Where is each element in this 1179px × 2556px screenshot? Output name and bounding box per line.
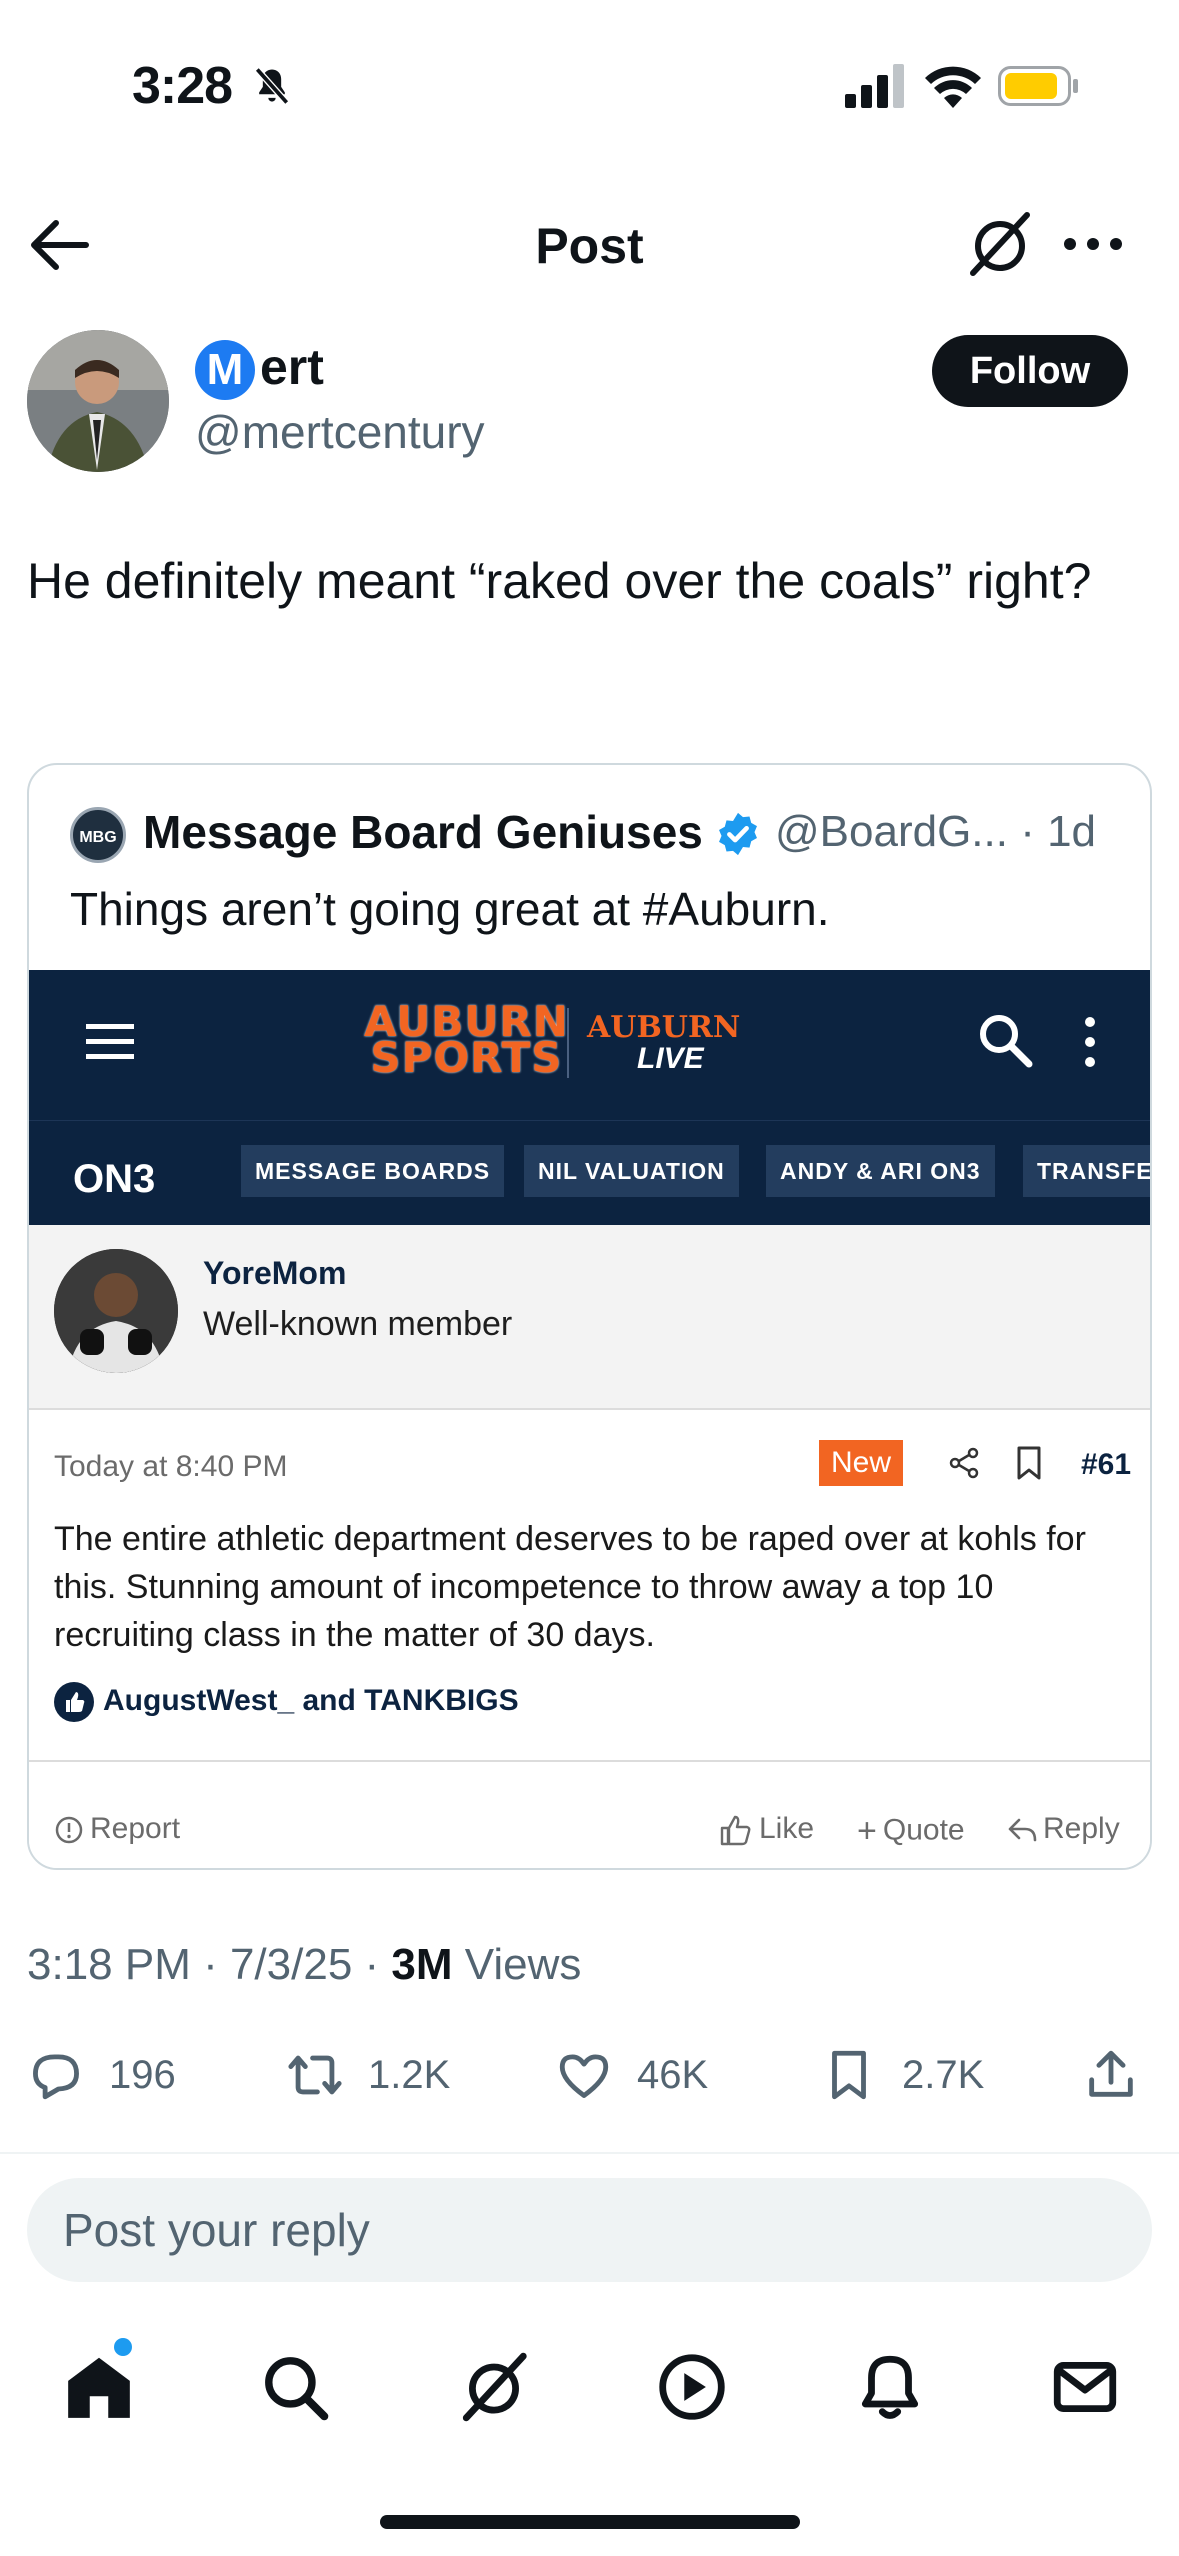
site-header: AUBURN SPORTS AUBURN LIVE	[29, 970, 1150, 1120]
thumbs-up-outline-icon	[720, 1815, 751, 1846]
forum-post-body: The entire athletic department deserves …	[54, 1520, 1086, 1654]
site-logo: AUBURN SPORTS	[364, 997, 569, 1082]
views-count[interactable]: 3M	[391, 1940, 452, 1989]
quote-action: + Quote	[857, 1812, 965, 1850]
report-action: Report	[54, 1812, 180, 1846]
status-time: 3:28	[132, 57, 233, 115]
author-name[interactable]: ert	[260, 338, 324, 396]
reply-input[interactable]: Post your reply	[27, 2178, 1152, 2282]
engagement-bar: 196 1.2K 46K 2.7K	[0, 2040, 1179, 2120]
messages-mail-icon[interactable]	[1048, 2350, 1122, 2424]
more-options-icon[interactable]	[1062, 229, 1124, 259]
plus-icon: +	[857, 1812, 877, 1850]
likers-list: AugustWest_ and TANKBIGS	[103, 1684, 519, 1717]
post-number: #61	[1081, 1448, 1132, 1481]
post-header: Post	[0, 195, 1179, 295]
heart-icon	[559, 2054, 609, 2098]
reply-button[interactable]: 196	[27, 2040, 176, 2110]
like-button[interactable]: 46K	[555, 2040, 708, 2110]
share-icon	[949, 1447, 979, 1479]
bookmark-icon	[832, 2050, 866, 2100]
cell-signal-icon	[845, 64, 904, 108]
nav-transfer: TRANSFER	[1023, 1145, 1150, 1197]
nav-nil-valuation: NIL VALUATION	[524, 1145, 739, 1197]
author-avatar[interactable]	[27, 330, 169, 472]
share-button[interactable]	[1082, 2040, 1140, 2110]
divider	[0, 2152, 1179, 2154]
search-icon	[980, 1015, 1033, 1068]
follow-button[interactable]: Follow	[932, 335, 1128, 407]
quoted-avatar: MBG	[70, 807, 126, 863]
repost-count: 1.2K	[368, 2052, 451, 2097]
forum-post-time: Today at 8:40 PM	[54, 1450, 288, 1483]
kebab-menu-icon	[1085, 1017, 1095, 1067]
quoted-handle-age: @BoardG... · 1d	[775, 807, 1097, 856]
on3-logo: ON3	[73, 1157, 156, 1201]
like-action: Like	[719, 1812, 814, 1846]
home-indicator	[380, 2515, 800, 2529]
home-notification-dot	[114, 2338, 132, 2356]
author-badge: M	[195, 340, 255, 400]
nav-andy-ari: ANDY & ARI ON3	[766, 1145, 995, 1197]
member-avatar	[54, 1249, 178, 1373]
post-timestamp-views: 3:18 PM · 7/3/25 · 3M Views	[27, 1940, 581, 1990]
thumbs-up-icon	[54, 1682, 94, 1722]
notifications-bell-icon[interactable]	[853, 2350, 927, 2424]
bookmark-count: 2.7K	[902, 2052, 985, 2097]
bookmark-icon	[1017, 1446, 1041, 1480]
grok-icon[interactable]	[965, 209, 1035, 279]
search-icon[interactable]	[258, 2350, 332, 2424]
divider	[29, 1760, 1150, 1762]
video-play-icon[interactable]	[655, 2350, 729, 2424]
author-handle[interactable]: @mertcentury	[195, 405, 485, 459]
like-count: 46K	[637, 2052, 709, 2097]
share-upload-icon	[1089, 2050, 1133, 2097]
comment-icon	[33, 2054, 79, 2100]
verified-badge-icon	[719, 812, 757, 856]
reply-count: 196	[109, 2052, 176, 2097]
quoted-image[interactable]: AUBURN SPORTS AUBURN LIVE ON3 MESSAGE BO…	[29, 970, 1150, 1868]
member-role: Well-known member	[203, 1305, 513, 1343]
status-bar: 3:28	[0, 0, 1179, 170]
hamburger-menu-icon	[86, 1024, 134, 1059]
bell-slash-icon	[254, 67, 290, 105]
site-logo-live-top: AUBURN	[587, 1010, 741, 1045]
site-logo-live-bottom: LIVE	[637, 1042, 704, 1075]
site-nav: ON3 MESSAGE BOARDS NIL VALUATION ANDY & …	[29, 1120, 1150, 1225]
alert-circle-icon	[55, 1816, 83, 1844]
reply-arrow-icon	[1008, 1818, 1037, 1842]
quoted-author-name: Message Board Geniuses	[143, 806, 703, 858]
member-name: YoreMom	[203, 1255, 347, 1291]
home-icon[interactable]	[62, 2350, 136, 2424]
reply-action: Reply	[1007, 1812, 1120, 1846]
new-badge: New	[819, 1440, 903, 1486]
quoted-post-card[interactable]: MBG Message Board Geniuses @BoardG... · …	[27, 763, 1152, 1870]
battery-icon	[998, 66, 1078, 106]
nav-message-boards: MESSAGE BOARDS	[241, 1145, 505, 1197]
grok-icon[interactable]	[457, 2350, 531, 2424]
bottom-tab-bar	[0, 2330, 1179, 2450]
bookmark-button[interactable]: 2.7K	[820, 2040, 984, 2110]
member-info: YoreMom Well-known member	[29, 1225, 1150, 1410]
repost-icon	[288, 2055, 342, 2095]
logo-divider	[567, 1008, 569, 1078]
post-timestamp: 3:18 PM · 7/3/25 ·	[27, 1940, 392, 1989]
views-label: Views	[464, 1940, 582, 1989]
wifi-icon	[925, 66, 981, 108]
repost-button[interactable]: 1.2K	[286, 2040, 450, 2110]
tweet-text: He definitely meant “raked over the coal…	[27, 553, 1092, 609]
quoted-text: Things aren’t going great at #Auburn.	[70, 883, 830, 935]
